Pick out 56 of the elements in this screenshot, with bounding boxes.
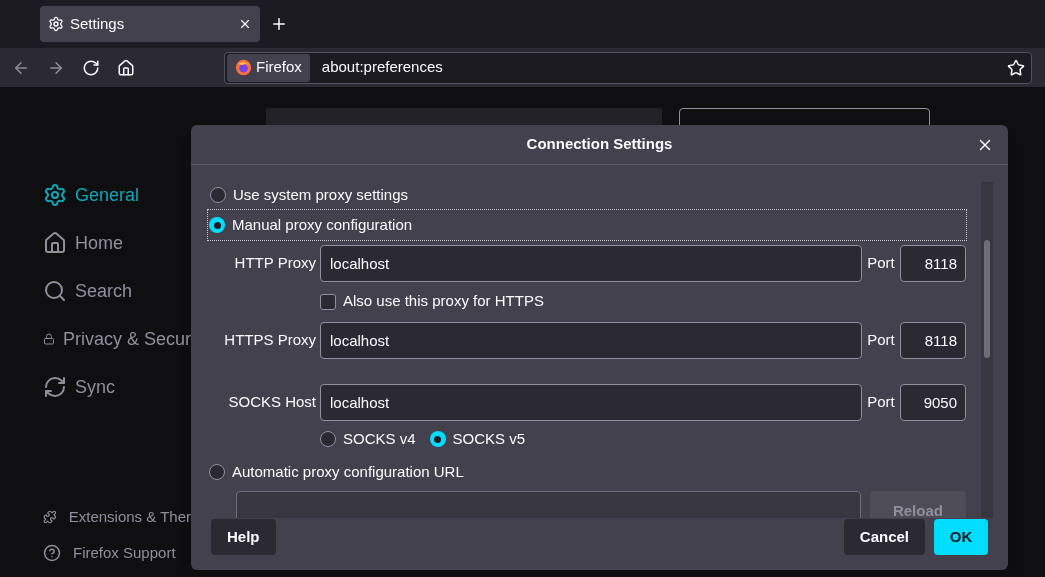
sidebar-item[interactable]: General — [43, 171, 191, 219]
home-icon — [43, 231, 67, 255]
sidebar-link[interactable]: Extensions & Ther — [43, 499, 191, 535]
port-field[interactable]: 8118 — [900, 245, 966, 282]
sidebar-item[interactable]: Home — [43, 219, 191, 267]
puzzle-icon — [43, 508, 57, 526]
port-field[interactable]: 9050 — [900, 384, 966, 421]
sidebar-item[interactable]: Sync — [43, 363, 191, 411]
option-label: Automatic proxy configuration URL — [232, 461, 464, 482]
option-label: SOCKS v5 — [452, 428, 526, 449]
close-icon[interactable] — [238, 17, 252, 31]
browser-logo-icon — [235, 59, 252, 76]
sidebar-item[interactable]: Search — [43, 267, 191, 315]
field-label: Port — [866, 392, 896, 413]
port-field[interactable]: 8118 — [900, 322, 966, 359]
help-button[interactable]: Help — [211, 519, 276, 555]
option-label: SOCKS v4 — [343, 428, 416, 449]
dialog-title: Connection Settings — [526, 134, 673, 155]
host-field[interactable]: localhost — [320, 245, 862, 282]
settings-icon — [48, 16, 64, 32]
field-label: Port — [866, 330, 896, 351]
radio-button[interactable] — [210, 187, 226, 203]
search-icon — [43, 279, 67, 303]
checkbox[interactable] — [320, 293, 336, 310]
option-label: Use system proxy settings — [233, 184, 409, 205]
scrollbar-thumb[interactable] — [984, 240, 990, 358]
reload-icon[interactable] — [82, 58, 100, 77]
radio-button[interactable] — [320, 431, 336, 447]
host-field[interactable]: localhost — [320, 384, 862, 421]
home-icon[interactable] — [117, 58, 135, 77]
host-field[interactable]: localhost — [320, 322, 862, 359]
radio-button[interactable] — [209, 464, 225, 480]
radio-option[interactable]: Use system proxy settings — [209, 180, 966, 210]
tab-title: Settings — [70, 13, 126, 34]
browser-tab[interactable]: Settings — [40, 6, 260, 42]
checkbox-label: Also use this proxy for HTTPS — [343, 291, 544, 312]
field-label: Port — [866, 253, 896, 274]
address-bar[interactable]: Firefox about:preferences — [224, 51, 1032, 84]
help-icon — [43, 544, 61, 562]
radio-button[interactable] — [209, 217, 225, 233]
ok-button[interactable]: OK — [934, 519, 988, 555]
bookmark-star-icon[interactable] — [1007, 58, 1025, 77]
radio-option[interactable]: Manual proxy configuration — [208, 210, 966, 240]
new-tab-icon[interactable] — [270, 15, 288, 33]
field-label: HTTPS Proxy — [223, 330, 317, 351]
option-label: Manual proxy configuration — [232, 214, 413, 235]
radio-button[interactable] — [429, 431, 446, 447]
sidebar-item[interactable]: Privacy & Secur — [43, 315, 191, 363]
sidebar-link[interactable]: Firefox Support — [43, 535, 191, 571]
cancel-button[interactable]: Cancel — [843, 519, 925, 555]
settings-icon — [43, 183, 67, 207]
field-label: HTTP Proxy — [233, 253, 317, 274]
url-text: about:preferences — [321, 57, 444, 78]
field-label: SOCKS Host — [227, 392, 317, 413]
identity-chip[interactable]: Firefox — [227, 53, 310, 82]
sync-icon — [43, 375, 67, 399]
